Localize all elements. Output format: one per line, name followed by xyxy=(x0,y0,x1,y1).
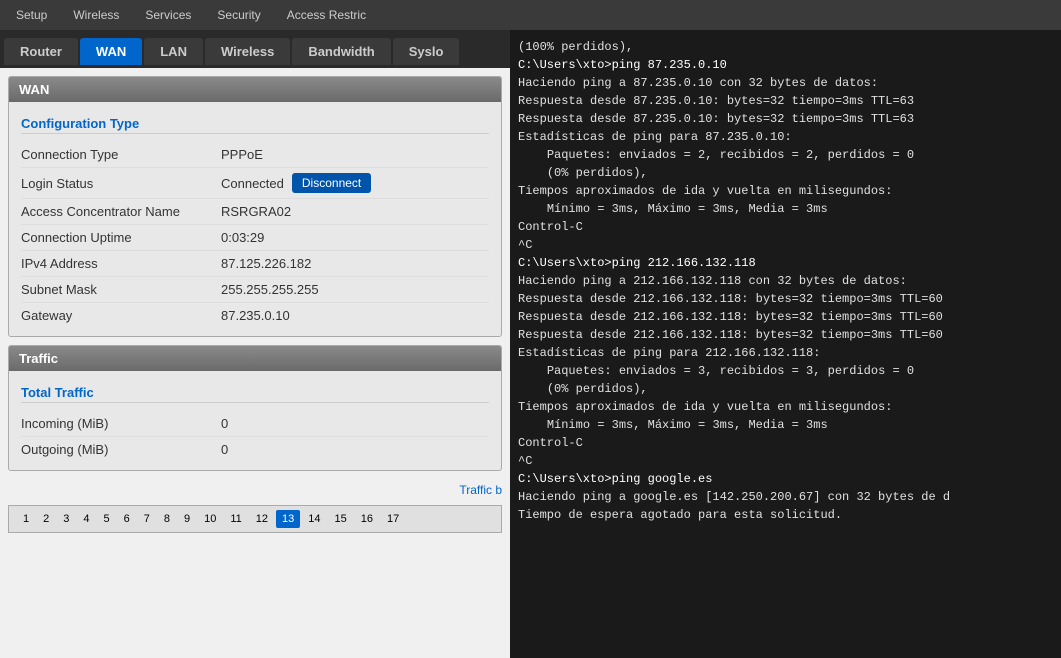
terminal-line: Estadísticas de ping para 212.166.132.11… xyxy=(518,344,1053,362)
config-type-title: Configuration Type xyxy=(21,116,489,134)
terminal-line: Respuesta desde 87.235.0.10: bytes=32 ti… xyxy=(518,92,1053,110)
top-nav: Setup Wireless Services Security Access … xyxy=(0,0,1061,30)
value-incoming: 0 xyxy=(221,416,228,431)
total-traffic-title: Total Traffic xyxy=(21,385,489,403)
nav-wireless[interactable]: Wireless xyxy=(61,4,131,26)
nav-services[interactable]: Services xyxy=(133,4,203,26)
terminal-line: Respuesta desde 212.166.132.118: bytes=3… xyxy=(518,326,1053,344)
nav-security[interactable]: Security xyxy=(205,4,272,26)
terminal-line: Tiempos aproximados de ida y vuelta en m… xyxy=(518,182,1053,200)
traffic-section: Traffic Total Traffic Incoming (MiB) 0 O… xyxy=(8,345,502,471)
terminal-line: Tiempo de espera agotado para esta solic… xyxy=(518,506,1053,524)
terminal-panel: (100% perdidos),C:\Users\xto>ping 87.235… xyxy=(510,30,1061,658)
login-status-text: Connected xyxy=(221,176,284,191)
traffic-header: Traffic xyxy=(9,346,501,371)
page-7[interactable]: 7 xyxy=(138,510,156,528)
label-outgoing: Outgoing (MiB) xyxy=(21,442,221,457)
terminal-line: Haciendo ping a 212.166.132.118 con 32 b… xyxy=(518,272,1053,290)
field-subnet: Subnet Mask 255.255.255.255 xyxy=(21,277,489,303)
wan-header: WAN xyxy=(9,77,501,102)
page-13[interactable]: 13 xyxy=(276,510,300,528)
label-access-concentrator: Access Concentrator Name xyxy=(21,204,221,219)
page-14[interactable]: 14 xyxy=(302,510,326,528)
page-15[interactable]: 15 xyxy=(329,510,353,528)
page-1[interactable]: 1 xyxy=(17,510,35,528)
value-subnet: 255.255.255.255 xyxy=(221,282,319,297)
terminal-line: (0% perdidos), xyxy=(518,380,1053,398)
page-6[interactable]: 6 xyxy=(118,510,136,528)
tab-bandwidth[interactable]: Bandwidth xyxy=(292,38,390,65)
label-ipv4: IPv4 Address xyxy=(21,256,221,271)
page-8[interactable]: 8 xyxy=(158,510,176,528)
terminal-line: C:\Users\xto>ping 87.235.0.10 xyxy=(518,56,1053,74)
terminal-line: C:\Users\xto>ping 212.166.132.118 xyxy=(518,254,1053,272)
terminal-line: Mínimo = 3ms, Máximo = 3ms, Media = 3ms xyxy=(518,200,1053,218)
label-connection-type: Connection Type xyxy=(21,147,221,162)
terminal-line: Respuesta desde 212.166.132.118: bytes=3… xyxy=(518,290,1053,308)
label-login-status: Login Status xyxy=(21,176,221,191)
page-10[interactable]: 10 xyxy=(198,510,222,528)
page-3[interactable]: 3 xyxy=(57,510,75,528)
terminal-line: Control-C xyxy=(518,434,1053,452)
label-subnet: Subnet Mask xyxy=(21,282,221,297)
terminal-line: Haciendo ping a google.es [142.250.200.6… xyxy=(518,488,1053,506)
page-9[interactable]: 9 xyxy=(178,510,196,528)
terminal-line: Estadísticas de ping para 87.235.0.10: xyxy=(518,128,1053,146)
wan-section: WAN Configuration Type Connection Type P… xyxy=(8,76,502,337)
terminal-line: Control-C xyxy=(518,218,1053,236)
field-connection-type: Connection Type PPPoE xyxy=(21,142,489,168)
tab-wan[interactable]: WAN xyxy=(80,38,142,65)
wan-content: Configuration Type Connection Type PPPoE… xyxy=(9,102,501,336)
label-connection-uptime: Connection Uptime xyxy=(21,230,221,245)
traffic-link[interactable]: Traffic b xyxy=(8,483,502,497)
tab-router[interactable]: Router xyxy=(4,38,78,65)
label-gateway: Gateway xyxy=(21,308,221,323)
terminal-line: (100% perdidos), xyxy=(518,38,1053,56)
field-incoming: Incoming (MiB) 0 xyxy=(21,411,489,437)
nav-access-restric[interactable]: Access Restric xyxy=(275,4,378,26)
terminal-line: ^C xyxy=(518,236,1053,254)
label-incoming: Incoming (MiB) xyxy=(21,416,221,431)
terminal-line: C:\Users\xto>ping google.es xyxy=(518,470,1053,488)
field-connection-uptime: Connection Uptime 0:03:29 xyxy=(21,225,489,251)
tab-syslo[interactable]: Syslo xyxy=(393,38,460,65)
value-gateway: 87.235.0.10 xyxy=(221,308,290,323)
field-login-status: Login Status Connected Disconnect xyxy=(21,168,489,199)
field-ipv4: IPv4 Address 87.125.226.182 xyxy=(21,251,489,277)
field-outgoing: Outgoing (MiB) 0 xyxy=(21,437,489,462)
page-12[interactable]: 12 xyxy=(250,510,274,528)
page-11[interactable]: 11 xyxy=(224,510,247,528)
page-5[interactable]: 5 xyxy=(98,510,116,528)
tab-lan[interactable]: LAN xyxy=(144,38,203,65)
terminal-line: Paquetes: enviados = 3, recibidos = 3, p… xyxy=(518,362,1053,380)
value-access-concentrator: RSRGRA02 xyxy=(221,204,291,219)
main-layout: Router WAN LAN Wireless Bandwidth Syslo … xyxy=(0,30,1061,658)
terminal-line: Paquetes: enviados = 2, recibidos = 2, p… xyxy=(518,146,1053,164)
value-login-status: Connected Disconnect xyxy=(221,173,371,193)
tab-wireless[interactable]: Wireless xyxy=(205,38,290,65)
terminal-line: (0% perdidos), xyxy=(518,164,1053,182)
disconnect-button[interactable]: Disconnect xyxy=(292,173,371,193)
pagination-bar: 1234567891011121314151617 xyxy=(8,505,502,533)
page-16[interactable]: 16 xyxy=(355,510,379,528)
terminal-line: ^C xyxy=(518,452,1053,470)
nav-setup[interactable]: Setup xyxy=(4,4,59,26)
terminal-line: Tiempos aproximados de ida y vuelta en m… xyxy=(518,398,1053,416)
page-2[interactable]: 2 xyxy=(37,510,55,528)
traffic-content: Total Traffic Incoming (MiB) 0 Outgoing … xyxy=(9,371,501,470)
page-4[interactable]: 4 xyxy=(77,510,95,528)
tab-bar: Router WAN LAN Wireless Bandwidth Syslo xyxy=(0,30,510,68)
terminal-line: Respuesta desde 87.235.0.10: bytes=32 ti… xyxy=(518,110,1053,128)
left-panel: Router WAN LAN Wireless Bandwidth Syslo … xyxy=(0,30,510,658)
value-connection-uptime: 0:03:29 xyxy=(221,230,264,245)
field-access-concentrator: Access Concentrator Name RSRGRA02 xyxy=(21,199,489,225)
field-gateway: Gateway 87.235.0.10 xyxy=(21,303,489,328)
terminal-line: Mínimo = 3ms, Máximo = 3ms, Media = 3ms xyxy=(518,416,1053,434)
value-connection-type: PPPoE xyxy=(221,147,263,162)
terminal-line: Respuesta desde 212.166.132.118: bytes=3… xyxy=(518,308,1053,326)
page-17[interactable]: 17 xyxy=(381,510,405,528)
value-ipv4: 87.125.226.182 xyxy=(221,256,311,271)
value-outgoing: 0 xyxy=(221,442,228,457)
terminal-line: Haciendo ping a 87.235.0.10 con 32 bytes… xyxy=(518,74,1053,92)
